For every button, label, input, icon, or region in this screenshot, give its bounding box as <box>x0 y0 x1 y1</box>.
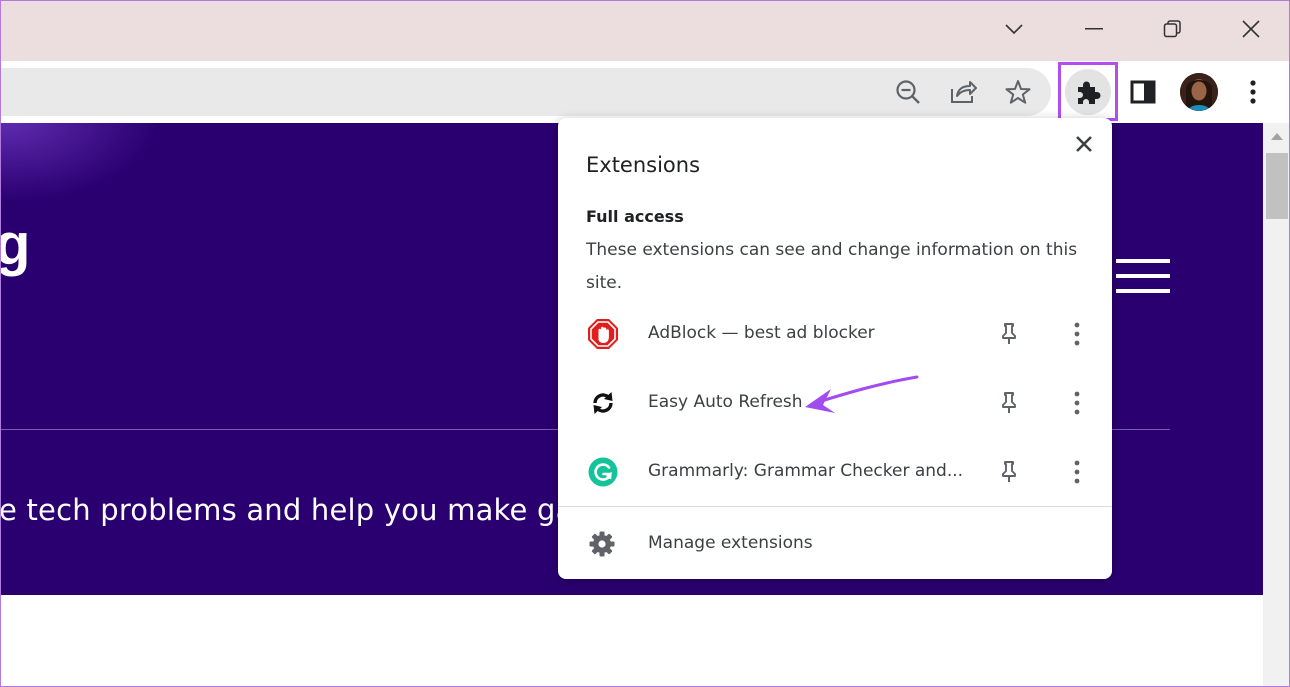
profile-avatar[interactable] <box>1180 73 1218 111</box>
more-options-button[interactable] <box>1064 318 1090 350</box>
title-bar <box>1 1 1289 61</box>
popup-title: Extensions <box>586 153 701 177</box>
pin-button[interactable] <box>995 457 1023 487</box>
more-options-button[interactable] <box>1064 456 1090 488</box>
share-button[interactable] <box>945 74 981 110</box>
extension-name: Grammarly: Grammar Checker and... <box>648 461 964 481</box>
close-icon <box>1242 20 1260 38</box>
more-vert-icon <box>1074 391 1080 415</box>
profile-photo-icon <box>1180 73 1218 111</box>
scroll-thumb[interactable] <box>1266 153 1288 219</box>
manage-extensions-item[interactable]: Manage extensions <box>558 510 1112 576</box>
popup-divider <box>558 506 1112 507</box>
hero-glow <box>1 123 161 203</box>
minimize-icon <box>1085 28 1103 30</box>
annotation-arrow-icon <box>805 375 919 413</box>
zoom-out-icon <box>896 80 920 104</box>
side-panel-icon <box>1130 80 1156 104</box>
minimize-button[interactable] <box>1072 9 1116 49</box>
pin-button[interactable] <box>995 319 1023 349</box>
pin-button[interactable] <box>995 388 1023 418</box>
extension-item-grammarly[interactable]: Grammarly: Grammar Checker and... <box>558 437 1112 505</box>
bookmark-button[interactable] <box>1000 74 1036 110</box>
extension-item-adblock[interactable]: AdBlock — best ad blocker <box>558 299 1112 367</box>
more-vert-icon <box>1074 322 1080 346</box>
close-icon <box>1076 136 1092 152</box>
page-scrollbar[interactable] <box>1263 123 1289 686</box>
pin-icon <box>1002 323 1016 344</box>
hero-tagline: e tech problems and help you make gadge <box>1 493 629 527</box>
browser-window: g e tech problems and help you make gadg… <box>0 0 1290 687</box>
browser-menu-button[interactable] <box>1235 74 1271 110</box>
more-vert-icon <box>1074 460 1080 484</box>
full-access-heading: Full access <box>586 207 684 226</box>
gear-icon <box>589 531 615 557</box>
share-icon <box>951 81 977 103</box>
hamburger-line <box>1116 259 1170 263</box>
popup-close-button[interactable] <box>1071 131 1097 157</box>
more-options-button[interactable] <box>1064 387 1090 419</box>
extensions-button[interactable] <box>1065 69 1111 115</box>
grammarly-g-icon <box>586 455 620 489</box>
pin-icon <box>1002 461 1016 482</box>
full-access-description: These extensions can see and change info… <box>586 240 1078 293</box>
scroll-up-arrow-icon[interactable] <box>1271 133 1283 140</box>
adblock-hand-icon <box>586 317 620 351</box>
close-window-button[interactable] <box>1229 9 1273 49</box>
restore-icon <box>1163 20 1181 38</box>
hamburger-line <box>1116 274 1170 278</box>
refresh-arrows-icon <box>586 386 620 420</box>
pin-icon <box>1002 392 1016 413</box>
site-menu-button[interactable] <box>1116 259 1170 295</box>
extensions-popup: Extensions Full access These extensions … <box>558 118 1112 579</box>
restore-button[interactable] <box>1150 9 1194 49</box>
menu-kebab-icon <box>1250 80 1256 104</box>
browser-toolbar <box>1 61 1289 123</box>
site-logo-fragment[interactable]: g <box>1 211 30 278</box>
manage-extensions-label: Manage extensions <box>648 533 813 553</box>
hamburger-line <box>1116 289 1170 293</box>
extension-name: AdBlock — best ad blocker <box>648 323 875 343</box>
bookmark-star-icon <box>1005 80 1031 104</box>
side-panel-button[interactable] <box>1125 74 1161 110</box>
chevron-down-icon <box>1005 24 1023 35</box>
extensions-puzzle-icon <box>1078 81 1101 104</box>
extension-name: Easy Auto Refresh <box>648 392 803 412</box>
zoom-out-button[interactable] <box>890 74 926 110</box>
tab-search-button[interactable] <box>992 9 1036 49</box>
